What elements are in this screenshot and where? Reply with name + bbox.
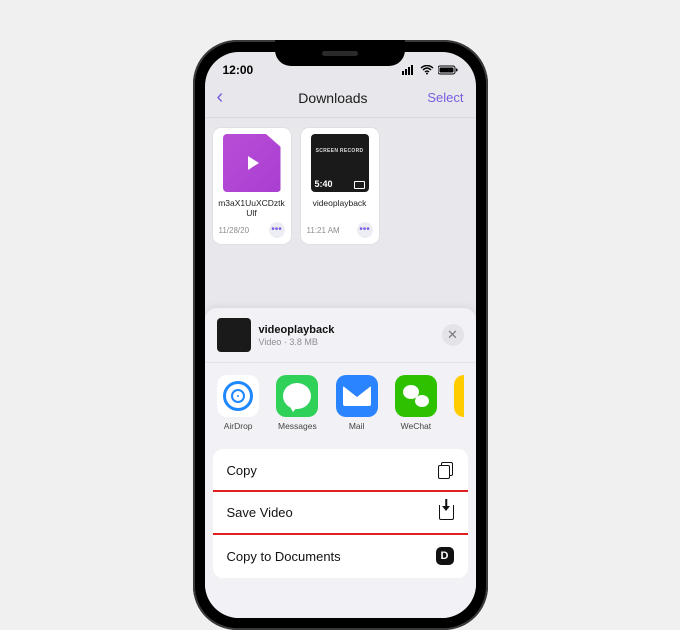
file-meta: 11:21 AM ••• <box>305 222 375 238</box>
close-button[interactable]: ✕ <box>442 324 464 346</box>
share-app-partial[interactable] <box>454 375 464 431</box>
video-duration: 5:40 <box>315 179 333 189</box>
file-name: videoplayback <box>305 198 375 218</box>
files-grid: m3aX1UuXCDztkUlf 11/28/20 ••• SCREEN REC… <box>205 118 476 248</box>
status-time: 12:00 <box>223 63 254 77</box>
action-copy[interactable]: Copy <box>213 449 468 492</box>
play-icon <box>248 156 259 170</box>
file-thumbnail: SCREEN RECORD 5:40 <box>311 134 369 192</box>
documents-app-icon: D <box>436 547 454 565</box>
action-label: Copy <box>227 463 257 478</box>
file-date: 11/28/20 <box>219 226 250 235</box>
page-title: Downloads <box>298 90 367 106</box>
file-meta: 11/28/20 ••• <box>217 222 287 238</box>
share-app-messages[interactable]: Messages <box>276 375 319 431</box>
file-date: 11:21 AM <box>307 226 340 235</box>
battery-icon <box>438 65 458 75</box>
messages-icon <box>276 375 318 417</box>
app-label: WeChat <box>401 421 432 431</box>
notch <box>275 40 405 66</box>
file-item[interactable]: SCREEN RECORD 5:40 videoplayback 11:21 A… <box>301 128 379 244</box>
phone-frame: 12:00 ‹ Downloads Select m3aX1UuXCDztkUl… <box>193 40 488 630</box>
share-sheet: videoplayback Video · 3.8 MB ✕ AirDrop M… <box>205 308 476 618</box>
back-button[interactable]: ‹ <box>217 86 239 109</box>
nav-bar: ‹ Downloads Select <box>205 82 476 118</box>
share-app-mail[interactable]: Mail <box>335 375 378 431</box>
screen: 12:00 ‹ Downloads Select m3aX1UuXCDztkUl… <box>205 52 476 618</box>
sheet-info: videoplayback Video · 3.8 MB <box>259 324 434 347</box>
file-name: m3aX1UuXCDztkUlf <box>217 198 287 218</box>
actions-list: Copy Save Video Copy to Documents D <box>213 449 468 578</box>
video-logo: SCREEN RECORD <box>311 148 369 154</box>
sheet-header: videoplayback Video · 3.8 MB ✕ <box>205 308 476 363</box>
file-item[interactable]: m3aX1UuXCDztkUlf 11/28/20 ••• <box>213 128 291 244</box>
sheet-subtitle: Video · 3.8 MB <box>259 337 434 347</box>
action-label: Copy to Documents <box>227 549 341 564</box>
status-indicators <box>402 65 458 75</box>
app-label: Messages <box>278 421 317 431</box>
app-label: Mail <box>349 421 365 431</box>
share-app-airdrop[interactable]: AirDrop <box>217 375 260 431</box>
action-copy-to-documents[interactable]: Copy to Documents D <box>213 534 468 578</box>
more-button[interactable]: ••• <box>269 222 285 238</box>
airdrop-icon <box>217 375 259 417</box>
partial-app-icon <box>454 375 464 417</box>
sheet-thumbnail <box>217 318 251 352</box>
sheet-title: videoplayback <box>259 324 434 336</box>
action-label: Save Video <box>227 505 293 520</box>
download-icon <box>439 505 454 520</box>
copy-icon <box>438 462 454 478</box>
video-icon <box>354 181 365 189</box>
action-save-video[interactable]: Save Video <box>213 492 468 534</box>
app-label: AirDrop <box>224 421 253 431</box>
share-apps-row[interactable]: AirDrop Messages Mail WeChat <box>205 363 476 443</box>
file-thumbnail <box>223 134 281 192</box>
wifi-icon <box>420 65 434 75</box>
select-button[interactable]: Select <box>427 90 463 105</box>
wechat-icon <box>395 375 437 417</box>
signal-icon <box>402 65 416 75</box>
more-button[interactable]: ••• <box>357 222 373 238</box>
mail-icon <box>336 375 378 417</box>
share-app-wechat[interactable]: WeChat <box>394 375 437 431</box>
